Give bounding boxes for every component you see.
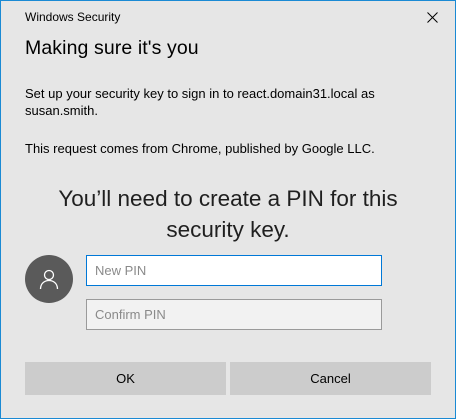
setup-message: Set up your security key to sign in to r… — [25, 86, 375, 118]
windows-security-dialog: Windows Security Making sure it's you Se… — [0, 0, 456, 419]
window-title: Windows Security — [25, 10, 121, 24]
title-bar: Windows Security — [1, 1, 455, 34]
user-icon — [39, 269, 59, 290]
cancel-button[interactable]: Cancel — [230, 362, 431, 395]
ok-button[interactable]: OK — [25, 362, 226, 395]
new-pin-field[interactable] — [86, 255, 382, 286]
close-icon — [426, 12, 438, 23]
request-origin-message: This request comes from Chrome, publishe… — [25, 141, 375, 156]
confirm-pin-field[interactable] — [86, 299, 382, 330]
dialog-heading: Making sure it's you — [25, 37, 199, 59]
close-button[interactable] — [409, 1, 455, 34]
pin-prompt: You’ll need to create a PIN for this sec… — [58, 186, 398, 242]
avatar — [25, 255, 73, 303]
